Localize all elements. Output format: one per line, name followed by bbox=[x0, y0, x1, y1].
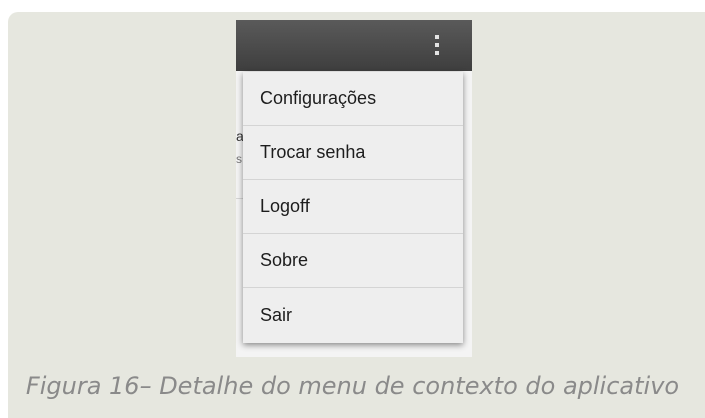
overflow-menu-icon[interactable] bbox=[434, 35, 440, 57]
menu-item-logoff[interactable]: Logoff bbox=[243, 180, 463, 234]
action-bar bbox=[236, 20, 472, 71]
menu-item-configuracoes[interactable]: Configurações bbox=[243, 72, 463, 126]
figure-caption: Figura 16– Detalhe do menu de contexto d… bbox=[25, 372, 680, 400]
background-text-fragment: s bbox=[236, 152, 242, 166]
menu-item-sair[interactable]: Sair bbox=[243, 288, 463, 343]
overflow-dot bbox=[435, 51, 439, 55]
overflow-dot bbox=[435, 43, 439, 47]
menu-item-trocar-senha[interactable]: Trocar senha bbox=[243, 126, 463, 180]
context-menu: Configurações Trocar senha Logoff Sobre … bbox=[243, 72, 463, 343]
overflow-dot bbox=[435, 35, 439, 39]
menu-item-sobre[interactable]: Sobre bbox=[243, 234, 463, 288]
